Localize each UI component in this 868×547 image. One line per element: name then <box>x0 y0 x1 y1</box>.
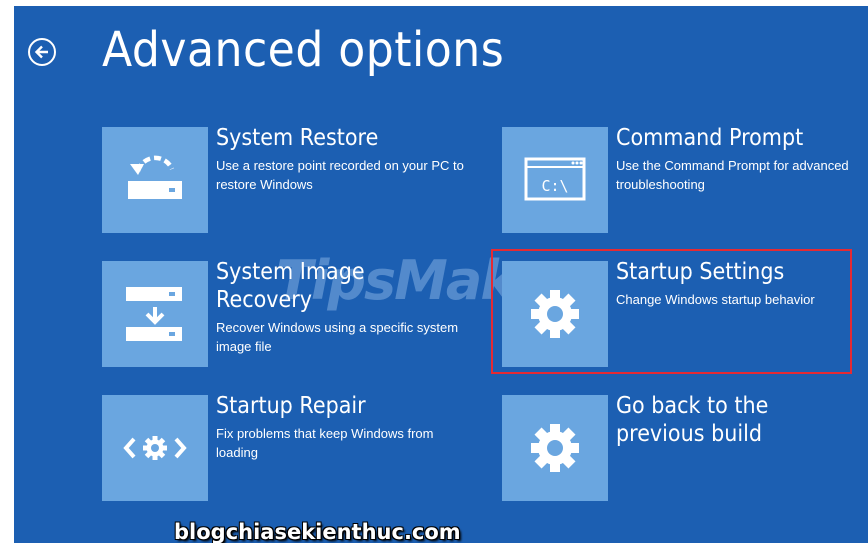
startup-repair-tile[interactable] <box>102 395 208 501</box>
system-restore-description: Use a restore point recorded on your PC … <box>216 158 464 192</box>
selection-highlight-box <box>491 249 852 374</box>
go-back-title-line2[interactable]: previous build <box>616 420 762 448</box>
restore-icon <box>128 155 182 199</box>
go-back-tile[interactable] <box>502 395 608 501</box>
startup-repair-title[interactable]: Startup Repair <box>216 392 366 420</box>
startup-repair-description: Fix problems that keep Windows from load… <box>216 426 434 460</box>
system-restore-title[interactable]: System Restore <box>216 124 378 152</box>
back-arrow-icon <box>34 45 48 59</box>
command-prompt-icon: C:\ <box>524 157 586 201</box>
command-prompt-icon-text: C:\ <box>541 177 568 195</box>
command-prompt-description: Use the Command Prompt for advanced trou… <box>616 158 849 192</box>
system-image-recovery-title[interactable]: System Image <box>216 258 365 286</box>
system-restore-tile[interactable] <box>102 127 208 233</box>
image-recovery-icon <box>126 287 182 341</box>
gear-icon <box>531 424 579 472</box>
back-button[interactable] <box>28 38 56 66</box>
system-image-recovery-title-line2[interactable]: Recovery <box>216 286 312 314</box>
command-prompt-tile[interactable]: C:\ <box>502 127 608 233</box>
bottom-border <box>0 543 868 547</box>
go-back-title[interactable]: Go back to the <box>616 392 768 420</box>
command-prompt-title[interactable]: Command Prompt <box>616 124 803 152</box>
advanced-options-screen: Advanced options TipsMake System Restore… <box>14 6 868 543</box>
page-title: Advanced options <box>102 22 505 78</box>
repair-gear-icon <box>123 436 187 460</box>
system-image-recovery-description: Recover Windows using a specific system … <box>216 320 459 354</box>
system-image-recovery-tile[interactable] <box>102 261 208 367</box>
footer-watermark: blogchiasekienthuc.com <box>174 520 461 543</box>
